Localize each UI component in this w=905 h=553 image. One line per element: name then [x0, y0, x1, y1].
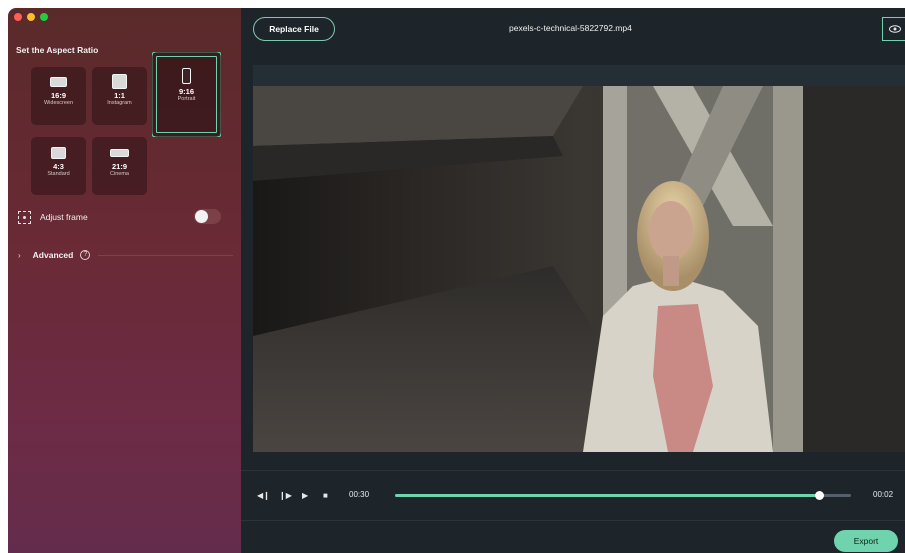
progress-thumb[interactable] [815, 491, 825, 500]
current-time: 00:30 [349, 490, 370, 499]
preview-header: Replace File pexels-c-technical-5822792.… [241, 8, 905, 52]
divider [241, 520, 905, 521]
step-forward-icon[interactable]: ❙▶ [279, 491, 292, 500]
advanced-label: Advanced [32, 250, 74, 260]
square-shape-icon [112, 74, 127, 89]
window-controls [14, 13, 48, 21]
ratio-option-21-9[interactable]: 21:9 Cinema [92, 137, 147, 195]
ratio-name: Instagram [107, 100, 132, 106]
step-back-icon[interactable]: ◀❙ [257, 491, 270, 500]
ratio-name: Standard [47, 171, 70, 177]
ratio-name: Cinema [110, 171, 129, 177]
end-time: 00:02 [873, 490, 894, 499]
replace-file-button[interactable]: Replace File [253, 17, 335, 41]
ratio-option-9-16[interactable]: 9:16 Portrait [152, 52, 221, 137]
adjust-frame-toggle[interactable] [194, 209, 221, 224]
ratio-name: Widescreen [43, 100, 74, 106]
ratio-option-4-3[interactable]: 4:3 Standard [31, 137, 86, 195]
widescreen-shape-icon [50, 77, 67, 87]
play-icon[interactable]: ▶ [302, 491, 308, 500]
preview-toggle-button[interactable] [882, 17, 905, 41]
toggle-knob [195, 210, 208, 223]
chevron-right-icon: › [18, 250, 21, 260]
preview-panel: Replace File pexels-c-technical-5822792.… [241, 8, 905, 553]
export-button[interactable]: Export [834, 530, 898, 552]
file-name: pexels-c-technical-5822792.mp4 [509, 23, 632, 33]
progress-fill [395, 494, 820, 497]
adjust-frame-icon [18, 210, 31, 224]
eye-icon [888, 25, 901, 33]
adjust-frame-label: Adjust frame [40, 212, 88, 222]
ratio-value: 4:3 [53, 162, 64, 171]
ratio-option-16-9[interactable]: 16:9 Widescreen [31, 67, 86, 125]
ratio-value: 9:16 [178, 87, 194, 96]
help-icon[interactable]: ? [80, 250, 91, 260]
zoom-window-button[interactable] [40, 13, 48, 21]
ratio-name: Portrait [177, 96, 196, 102]
adjust-frame-row: Adjust frame [18, 209, 228, 225]
stop-icon[interactable]: ■ [323, 491, 328, 500]
video-frame-image [253, 86, 905, 452]
portrait-shape-icon [182, 68, 191, 84]
preview-top-strip [253, 65, 905, 86]
advanced-row[interactable]: › Advanced ? [18, 248, 233, 262]
divider [98, 254, 233, 256]
minimize-window-button[interactable] [27, 13, 35, 21]
ratio-value: 21:9 [111, 162, 127, 171]
ratio-option-1-1[interactable]: 1:1 Instagram [92, 67, 147, 125]
cinema-shape-icon [110, 149, 129, 157]
ratio-value: 16:9 [50, 91, 66, 100]
playback-controls: ◀❙ ❙▶ ▶ ■ 00:30 00:02 [241, 470, 905, 520]
progress-track[interactable] [395, 491, 851, 500]
video-preview[interactable] [253, 86, 905, 452]
standard-shape-icon [51, 147, 66, 159]
aspect-ratio-panel: Set the Aspect Ratio 16:9 Widescreen 1:1… [8, 8, 241, 553]
ratio-value: 1:1 [114, 91, 125, 100]
close-window-button[interactable] [14, 13, 22, 21]
aspect-ratio-title: Set the Aspect Ratio [16, 45, 99, 55]
